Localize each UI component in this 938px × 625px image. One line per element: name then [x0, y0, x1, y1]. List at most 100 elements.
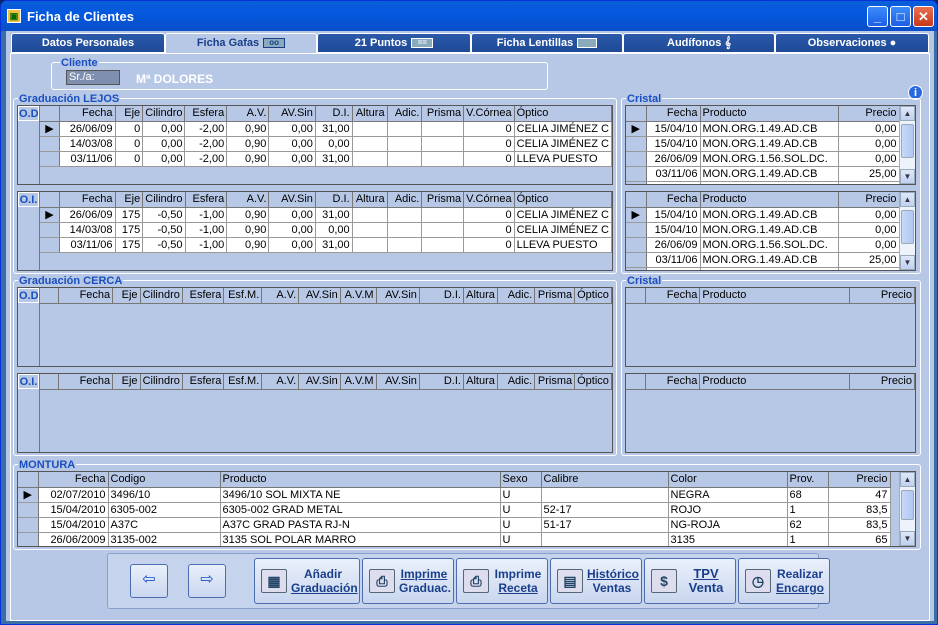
- table-cell[interactable]: MON.ORG.1.56.SOL.DC.: [700, 237, 839, 253]
- table-cell[interactable]: 6305-002 GRAD METAL: [220, 502, 501, 518]
- add-graduacion-button[interactable]: ▦ Añadir Graduación: [254, 558, 360, 604]
- table-row[interactable]: 03/11/06MON.ORG.1.49.AD.CB25,00: [626, 181, 900, 184]
- table-cell[interactable]: MON.ORG.1.49.AD.CB: [700, 267, 839, 270]
- scroll-up-icon[interactable]: ▲: [900, 192, 915, 207]
- table-cell[interactable]: 0,00: [268, 237, 316, 253]
- column-header[interactable]: Esfera: [185, 192, 228, 208]
- historico-ventas-button[interactable]: ▤ Histórico Ventas: [550, 558, 642, 604]
- table-row[interactable]: 14/03/08 175 -0,50 -1,00 0,90 0,00 0,00 0 CELIA …: [40, 222, 613, 238]
- table-cell[interactable]: MON.ORG.1.49.AD.CB: [700, 207, 839, 223]
- table-cell[interactable]: 1: [787, 532, 829, 546]
- table-cell[interactable]: -2,00: [184, 151, 228, 167]
- table-cell[interactable]: 47: [828, 487, 891, 503]
- column-header[interactable]: AV.Sin: [298, 374, 341, 390]
- cerca-od-grid[interactable]: O.D Fecha Eje Cilindro Esfera Esf.M. A.V. AV.S…: [17, 287, 613, 367]
- column-header[interactable]: Prisma: [534, 288, 576, 304]
- table-cell[interactable]: 0: [115, 151, 144, 167]
- table-cell[interactable]: 3135: [668, 532, 788, 546]
- table-row[interactable]: 15/04/10 MON.ORG.1.49.AD.CB 0,00: [626, 136, 900, 152]
- table-cell[interactable]: 0,00: [142, 151, 186, 167]
- table-cell[interactable]: 25,00: [838, 166, 900, 182]
- column-header[interactable]: Precio: [849, 374, 915, 390]
- table-cell[interactable]: 15/04/10: [646, 207, 701, 223]
- column-header[interactable]: Altura: [463, 288, 498, 304]
- column-header[interactable]: D.I.: [315, 106, 353, 122]
- table-row[interactable]: 15/04/10 MON.ORG.1.49.AD.CB 0,00: [626, 222, 900, 238]
- table-cell[interactable]: 25,00: [838, 181, 900, 184]
- column-header[interactable]: Sexo: [500, 472, 542, 488]
- column-header[interactable]: Precio: [849, 288, 915, 304]
- column-header[interactable]: V.Córnea: [463, 192, 515, 208]
- column-header[interactable]: AV.Sin: [268, 192, 316, 208]
- table-cell[interactable]: 26/06/2009: [38, 532, 109, 546]
- column-header[interactable]: Prisma: [421, 192, 465, 208]
- table-cell[interactable]: [387, 136, 423, 152]
- table-cell[interactable]: 0,90: [226, 136, 270, 152]
- table-cell[interactable]: 1: [787, 502, 829, 518]
- table-cell[interactable]: CELIA JIMÉNEZ C: [514, 207, 613, 223]
- column-header[interactable]: Cilindro: [140, 288, 183, 304]
- table-cell[interactable]: [387, 207, 423, 223]
- column-header[interactable]: Fecha: [58, 288, 114, 304]
- table-cell[interactable]: 83,5: [828, 517, 891, 533]
- table-cell[interactable]: 3496/10: [108, 487, 221, 503]
- table-cell[interactable]: -2,00: [184, 136, 228, 152]
- table-cell[interactable]: 0,00: [838, 237, 900, 253]
- column-header[interactable]: Adic.: [387, 106, 423, 122]
- table-cell[interactable]: [421, 222, 465, 238]
- column-header[interactable]: A.V.M: [340, 374, 377, 390]
- table-cell[interactable]: 26/06/09: [646, 237, 701, 253]
- table-cell[interactable]: -2,00: [184, 121, 228, 137]
- tab-datos-personales[interactable]: Datos Personales: [11, 33, 165, 53]
- table-cell[interactable]: 0,00: [268, 222, 316, 238]
- column-header[interactable]: V.Córnea: [463, 106, 515, 122]
- table-cell[interactable]: 3496/10 SOL MIXTA NE: [220, 487, 501, 503]
- table-cell[interactable]: [352, 151, 388, 167]
- column-header[interactable]: Fecha: [58, 374, 114, 390]
- column-header[interactable]: Óptico: [574, 374, 612, 390]
- table-cell[interactable]: [421, 121, 465, 137]
- table-cell[interactable]: [387, 151, 423, 167]
- table-cell[interactable]: 0: [463, 207, 515, 223]
- print-receta-button[interactable]: ⎙ Imprime Receta: [456, 558, 548, 604]
- table-cell[interactable]: 15/04/2010: [38, 502, 109, 518]
- column-header[interactable]: Adic.: [387, 192, 423, 208]
- table-cell[interactable]: [421, 237, 465, 253]
- column-header[interactable]: Prov.: [787, 472, 829, 488]
- table-cell[interactable]: 0,00: [268, 136, 316, 152]
- table-cell[interactable]: MON.ORG.1.49.AD.CB: [700, 222, 839, 238]
- column-header[interactable]: Cilindro: [142, 192, 186, 208]
- column-header[interactable]: A.V.M: [340, 288, 377, 304]
- column-header[interactable]: Esf.M.: [223, 288, 263, 304]
- tab-audifonos[interactable]: Audífonos 𝄞: [623, 33, 775, 53]
- table-cell[interactable]: [541, 487, 669, 503]
- table-cell[interactable]: 03/11/06: [646, 166, 701, 182]
- table-row[interactable]: 26/06/09 MON.ORG.1.56.SOL.DC. 0,00: [626, 151, 900, 167]
- table-row[interactable]: 14/03/08 0 0,00 -2,00 0,90 0,00 0,00 0 CELIA JIM…: [40, 136, 613, 152]
- table-row[interactable]: 15/04/2010 6305-002 6305-002 GRAD METAL U 52…: [18, 502, 891, 518]
- table-cell[interactable]: 0,90: [226, 121, 270, 137]
- scroll-up-icon[interactable]: ▲: [900, 106, 915, 121]
- table-cell[interactable]: MON.ORG.1.49.AD.CB: [700, 136, 839, 152]
- table-cell[interactable]: MON.ORG.1.49.AD.CB: [700, 252, 839, 268]
- column-header[interactable]: A.V.: [261, 374, 300, 390]
- table-cell[interactable]: [352, 207, 388, 223]
- table-cell[interactable]: [421, 207, 465, 223]
- column-header[interactable]: Producto: [220, 472, 501, 488]
- tab-ficha-gafas[interactable]: Ficha Gafas oo: [165, 33, 317, 55]
- tab-21-puntos[interactable]: 21 Puntos ==: [317, 33, 471, 53]
- table-cell[interactable]: 175: [115, 207, 144, 223]
- table-cell[interactable]: 14/03/08: [59, 136, 116, 152]
- cristal-lejos-oi-grid[interactable]: Fecha Producto Precio ▶ 15/04/10 MON.ORG.1.49…: [625, 191, 916, 271]
- column-header[interactable]: D.I.: [419, 288, 464, 304]
- table-cell[interactable]: U: [500, 517, 542, 533]
- table-row[interactable]: 03/11/06MON.ORG.1.49.AD.CB25,00: [626, 267, 900, 270]
- table-cell[interactable]: LLEVA PUESTO: [514, 237, 613, 253]
- table-cell[interactable]: -0,50: [142, 207, 186, 223]
- table-cell[interactable]: 0,00: [315, 136, 353, 152]
- table-cell[interactable]: A37C: [108, 517, 221, 533]
- table-cell[interactable]: 0,00: [838, 207, 900, 223]
- table-cell[interactable]: 0,90: [226, 237, 270, 253]
- table-cell[interactable]: 15/04/10: [646, 121, 701, 137]
- column-header[interactable]: AV.Sin: [376, 374, 420, 390]
